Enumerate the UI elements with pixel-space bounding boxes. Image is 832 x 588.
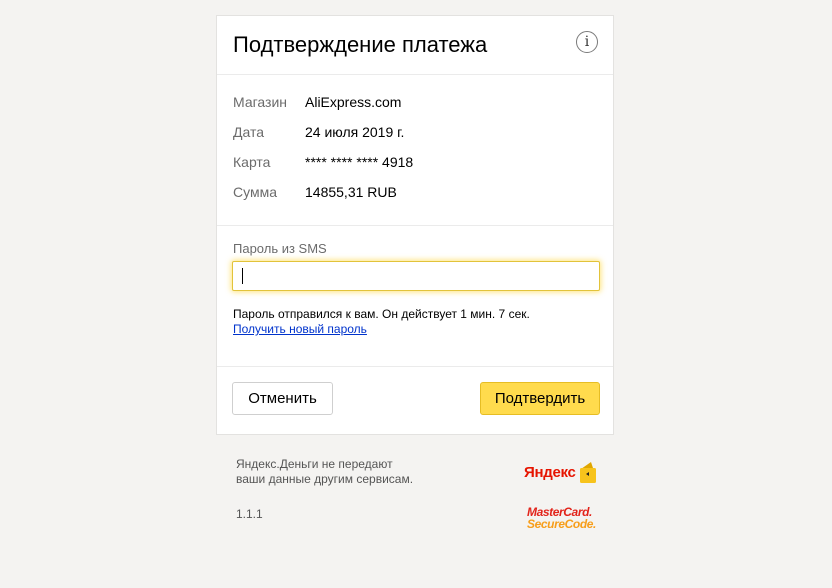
payment-details: Магазин AliExpress.com Дата 24 июля 2019… [217, 75, 613, 226]
info-icon[interactable]: i [576, 31, 598, 53]
sms-password-label: Пароль из SMS [233, 241, 327, 256]
cancel-button[interactable]: Отменить [232, 382, 333, 415]
detail-value: **** **** **** 4918 [305, 154, 414, 170]
detail-value: AliExpress.com [305, 94, 402, 110]
sms-section: Пароль из SMS Пароль отправился к вам. О… [217, 226, 613, 367]
confirm-button[interactable]: Подтвердить [480, 382, 600, 415]
privacy-disclaimer: Яндекс.Деньги не передают ваши данные др… [236, 457, 413, 487]
sms-password-input[interactable] [232, 261, 600, 291]
card-header: Подтверждение платежа i [217, 16, 613, 75]
detail-label: Магазин [233, 94, 288, 110]
detail-value: 14855,31 RUB [305, 184, 397, 200]
yandex-logo-text: Яндекс [524, 464, 576, 481]
mastercard-securecode-logo: MasterCard. SecureCode. [527, 506, 599, 532]
sms-timer-note: Пароль отправился к вам. Он действует 1 … [233, 307, 530, 321]
detail-label: Карта [233, 154, 271, 170]
detail-label: Сумма [233, 184, 277, 200]
detail-value: 24 июля 2019 г. [305, 124, 405, 140]
disclaimer-line: ваши данные другим сервисам. [236, 472, 414, 486]
yandex-money-logo: Яндекс [524, 460, 598, 486]
version-label: 1.1.1 [236, 507, 263, 521]
page-title: Подтверждение платежа [233, 32, 488, 57]
payment-page: { "header": { "title": "Подтверждение пл… [0, 0, 832, 588]
wallet-icon [580, 462, 596, 483]
securecode-wordmark: SecureCode. [527, 517, 596, 531]
payment-confirmation-card: Подтверждение платежа i Магазин AliExpre… [216, 15, 614, 435]
detail-label: Дата [233, 124, 265, 140]
resend-password-link[interactable]: Получить новый пароль [233, 322, 367, 337]
disclaimer-line: Яндекс.Деньги не передают [236, 457, 393, 471]
text-cursor [242, 268, 243, 284]
